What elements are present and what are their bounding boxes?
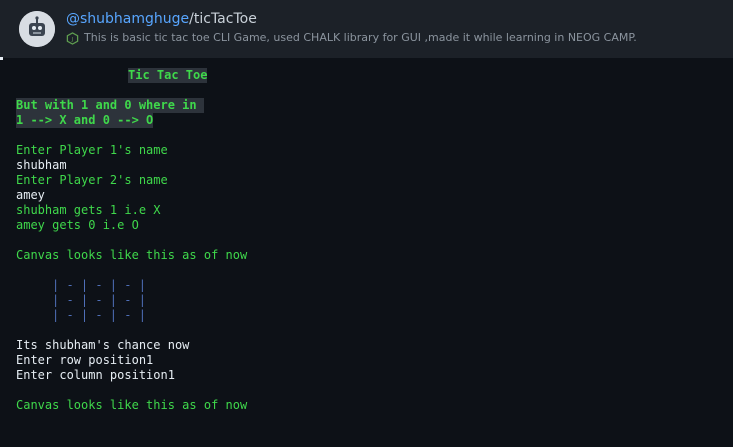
robot-avatar-icon — [19, 11, 55, 47]
terminal-output: Tic Tac Toe But with 1 and 0 where in 1 … — [0, 60, 733, 447]
rules-line-2: 1 --> X and 0 --> O — [16, 113, 154, 128]
canvas-message: Canvas looks like this as of now — [16, 248, 248, 262]
column-prompt: Enter column position1 — [16, 368, 175, 382]
board-row: | - | - | - | — [52, 293, 146, 307]
player1-input: shubham — [16, 158, 67, 172]
repo-name-link[interactable]: ticTacToe — [194, 11, 257, 27]
player1-assignment: shubham gets 1 i.e X — [16, 203, 161, 217]
player1-prompt: Enter Player 1's name — [16, 143, 168, 157]
player2-input: amey — [16, 188, 45, 202]
repo-owner-link[interactable]: @shubhamghuge — [66, 11, 189, 27]
board-row: | - | - | - | — [52, 278, 146, 292]
game-title: Tic Tac Toe — [128, 68, 208, 83]
row-prompt: Enter row position1 — [16, 353, 154, 367]
repo-title[interactable]: @shubhamghuge/ticTacToe — [66, 10, 257, 28]
player2-assignment: amey gets 0 i.e O — [16, 218, 139, 232]
turn-message: Its shubham's chance now — [16, 338, 190, 352]
canvas-message: Canvas looks like this as of now — [16, 398, 248, 412]
board-row: | - | - | - | — [52, 308, 146, 322]
nodejs-icon: J — [66, 31, 79, 45]
rules-line-1: But with 1 and 0 where in — [16, 98, 204, 113]
avatar[interactable] — [19, 11, 55, 47]
repo-header: @shubhamghuge/ticTacToe J This is basic … — [0, 0, 733, 58]
player2-prompt: Enter Player 2's name — [16, 173, 168, 187]
repo-description: This is basic tic tac toe CLI Game, used… — [84, 31, 637, 44]
svg-text:J: J — [71, 36, 74, 42]
repo-description-row: J This is basic tic tac toe CLI Game, us… — [66, 31, 637, 45]
